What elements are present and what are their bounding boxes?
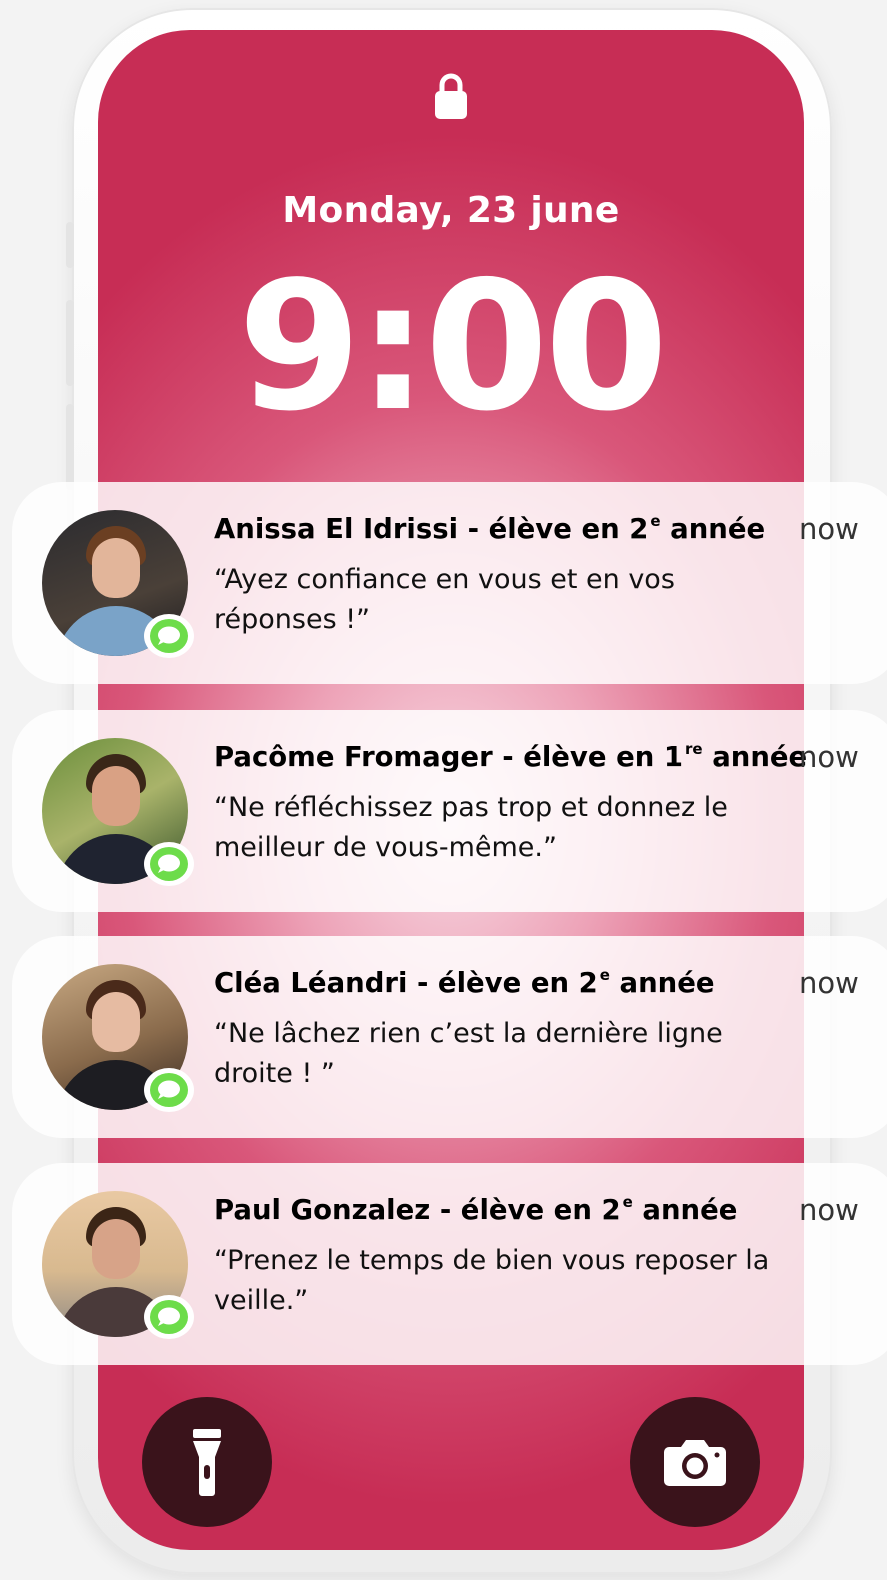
notification-time: now (799, 966, 859, 1000)
volume-down-button (66, 404, 74, 490)
message-icon (150, 1073, 188, 1107)
notification-message: “Ne lâchez rien c’est la dernière ligne … (214, 1018, 723, 1089)
notification-title: Anissa El Idrissi - élève en 2e année (214, 512, 766, 545)
notification-card[interactable]: Anissa El Idrissi - élève en 2e année no… (12, 482, 887, 684)
camera-icon (664, 1440, 726, 1486)
message-icon (150, 1300, 188, 1334)
side-button (66, 222, 74, 268)
notification-time: now (799, 512, 859, 546)
notification-card[interactable]: Paul Gonzalez - élève en 2e année now “P… (12, 1163, 887, 1365)
notification-message: “Ne réfléchissez pas trop et donnez le m… (214, 792, 728, 863)
lock-icon (435, 73, 467, 119)
lock-time: 9:00 (237, 243, 669, 450)
notification-title: Paul Gonzalez - élève en 2e année (214, 1193, 738, 1226)
notification-title: Pacôme Fromager - élève en 1 re année (214, 740, 808, 773)
notification-title: Cléa Léandri - élève en 2e année (214, 966, 715, 999)
message-app-badge (144, 614, 194, 658)
notification-time: now (799, 1193, 859, 1227)
camera-button[interactable] (630, 1397, 760, 1527)
notification-message: “Ayez confiance en vous et en vos répons… (214, 564, 675, 635)
notification-card[interactable]: Pacôme Fromager - élève en 1 re année now… (12, 710, 887, 912)
message-app-badge (144, 1068, 194, 1112)
notification-time: now (799, 740, 859, 774)
notification-card[interactable]: Cléa Léandri - élève en 2e année now “Ne… (12, 936, 887, 1138)
lock-date: Monday, 23 june (282, 190, 620, 231)
message-app-badge (144, 842, 194, 886)
flashlight-button[interactable] (142, 1397, 272, 1527)
volume-up-button (66, 300, 74, 386)
message-app-badge (144, 1295, 194, 1339)
message-icon (150, 619, 188, 653)
notification-message: “Prenez le temps de bien vous reposer la… (214, 1245, 770, 1316)
message-icon (150, 847, 188, 881)
flashlight-icon (193, 1429, 221, 1496)
